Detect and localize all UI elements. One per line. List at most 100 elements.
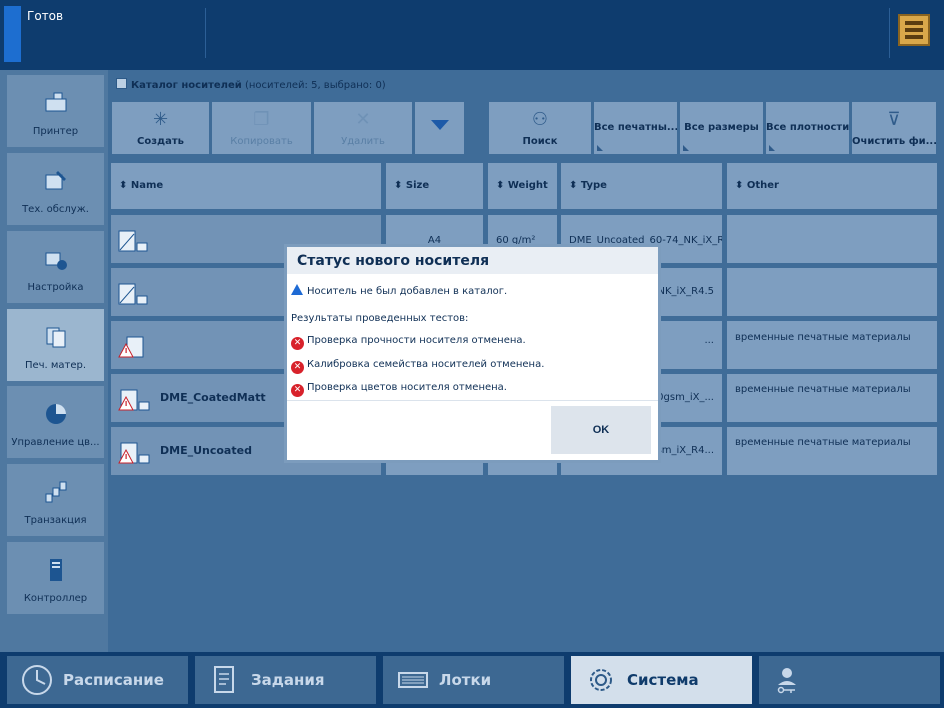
catalog-count: (носителей: 5, выбрано: 0)	[244, 80, 386, 91]
column-header-name[interactable]: ⬍ Name	[111, 163, 381, 209]
copy-label: Копировать	[230, 136, 293, 147]
catalog-icon	[116, 78, 127, 89]
column-header-weight[interactable]: ⬍ Weight	[488, 163, 557, 209]
printer-status: Готов	[27, 9, 64, 23]
media-filter-label: Все печатны...	[594, 122, 677, 133]
dialog-message-text: Носитель не был добавлен в каталог.	[307, 286, 508, 297]
result-item: ✕ Проверка цветов носителя отменена.	[291, 382, 507, 397]
column-header-other[interactable]: ⬍ Other	[727, 163, 937, 209]
divider	[889, 8, 890, 58]
cell-other: временные печатные материалы	[727, 374, 937, 422]
gear-icon	[590, 669, 612, 691]
sidebar-item-label: Управление цв...	[11, 437, 100, 448]
delete-label: Удалить	[341, 136, 385, 147]
media-name: DME_Uncoated	[160, 444, 252, 457]
sidebar-item-label: Настройка	[27, 282, 84, 293]
warning-media-icon	[118, 442, 150, 464]
delete-button[interactable]: ✕ Удалить	[314, 102, 412, 154]
sidebar-item-label: Принтер	[32, 126, 79, 137]
size-filter[interactable]: Все размеры	[680, 102, 763, 154]
system-menu-icon[interactable]	[898, 14, 930, 46]
warning-media-icon	[118, 336, 144, 358]
weight-filter[interactable]: Все плотности	[766, 102, 849, 154]
weight-filter-label: Все плотности	[766, 122, 849, 133]
clock-icon	[22, 665, 52, 695]
dropdown-corner-icon	[769, 145, 775, 151]
sidebar-item-maintenance[interactable]: Тех. обслуж.	[7, 153, 104, 225]
cell-other: временные печатные материалы	[727, 321, 937, 369]
media-sheet-icon	[118, 283, 148, 305]
error-icon: ✕	[291, 361, 304, 374]
sidebar-item-controller[interactable]: Контроллер	[7, 542, 104, 614]
tab-label: Расписание	[63, 671, 164, 689]
tab-system[interactable]: Система	[571, 656, 752, 704]
cell-other: временные печатные материалы	[727, 427, 937, 475]
clear-filter-icon: ⊽	[887, 109, 901, 130]
user-key-icon	[777, 668, 796, 694]
dropdown-corner-icon	[683, 145, 689, 151]
cell-other	[727, 215, 937, 263]
catalog-title: Каталог носителей	[131, 80, 242, 91]
setup-icon	[45, 252, 67, 270]
tab-jobs[interactable]: Задания	[195, 656, 376, 704]
size-filter-label: Все размеры	[684, 122, 759, 133]
tab-label: Лотки	[439, 671, 492, 689]
media-icon	[46, 327, 66, 348]
result-text: Проверка прочности носителя отменена.	[307, 335, 526, 346]
tab-schedule[interactable]: Расписание	[7, 656, 188, 704]
column-header-size[interactable]: ⬍ Size	[386, 163, 483, 209]
delete-icon: ✕	[355, 109, 371, 130]
tray-icon	[398, 672, 428, 688]
maintenance-icon	[45, 171, 66, 190]
sidebar: Принтер Тех. обслуж. Настройка Печ. мате…	[0, 70, 108, 652]
results-label: Результаты проведенных тестов:	[291, 313, 469, 324]
dialog-title: Статус нового носителя	[287, 247, 658, 274]
error-icon: ✕	[291, 384, 304, 397]
status-bar: Готов	[0, 0, 944, 70]
search-button[interactable]: ⚇ Поиск	[489, 102, 591, 154]
sidebar-item-media[interactable]: Печ. матер.	[7, 309, 104, 381]
tab-user[interactable]	[759, 656, 940, 704]
header-label: Other	[746, 180, 779, 191]
create-button[interactable]: ✳ Создать	[112, 102, 209, 154]
tab-label: Система	[627, 671, 699, 689]
dialog-message: Носитель не был добавлен в каталог.	[291, 284, 507, 297]
result-text: Проверка цветов носителя отменена.	[307, 382, 507, 393]
dropdown-corner-icon	[597, 145, 603, 151]
warning-media-icon	[118, 389, 150, 411]
sidebar-item-label: Транзакция	[24, 515, 87, 526]
media-name: DME_CoatedMatt	[160, 391, 266, 404]
column-header-type[interactable]: ⬍ Type	[561, 163, 722, 209]
header-label: Weight	[507, 180, 548, 191]
binoculars-icon: ⚇	[531, 109, 549, 130]
copy-icon: ❐	[253, 109, 270, 130]
ok-button[interactable]: OK	[551, 406, 651, 454]
error-icon: ✕	[291, 337, 304, 350]
copy-button[interactable]: ❐ Копировать	[212, 102, 311, 154]
header-label: Type	[580, 180, 607, 191]
sidebar-item-color-management[interactable]: Управление цв...	[7, 386, 104, 458]
result-item: ✕ Калибровка семейства носителей отменена…	[291, 359, 544, 374]
clear-filter-label: Очистить фи...	[852, 136, 936, 147]
warning-icon	[291, 284, 303, 295]
divider	[287, 400, 658, 401]
sidebar-item-printer[interactable]: Принтер	[7, 75, 104, 147]
header-label: Name	[130, 180, 164, 191]
cell-other	[727, 268, 937, 316]
document-icon	[214, 666, 234, 693]
breadcrumb: Каталог носителей (носителей: 5, выбрано…	[116, 78, 386, 96]
result-item: ✕ Проверка прочности носителя отменена.	[291, 335, 526, 350]
clear-filter-button[interactable]: ⊽ Очистить фи...	[852, 102, 936, 154]
sidebar-item-label: Тех. обслуж.	[22, 204, 89, 215]
sidebar-item-transaction[interactable]: Транзакция	[7, 464, 104, 536]
sidebar-item-label: Контроллер	[23, 593, 88, 604]
sidebar-item-setup[interactable]: Настройка	[7, 231, 104, 303]
media-filter[interactable]: Все печатны...	[594, 102, 677, 154]
search-label: Поиск	[522, 136, 558, 147]
color-management-icon	[46, 404, 66, 424]
header-label: Size	[405, 180, 430, 191]
create-label: Создать	[137, 136, 184, 147]
tab-trays[interactable]: Лотки	[383, 656, 564, 704]
more-dropdown-button[interactable]	[415, 102, 464, 154]
create-icon: ✳	[152, 109, 169, 130]
